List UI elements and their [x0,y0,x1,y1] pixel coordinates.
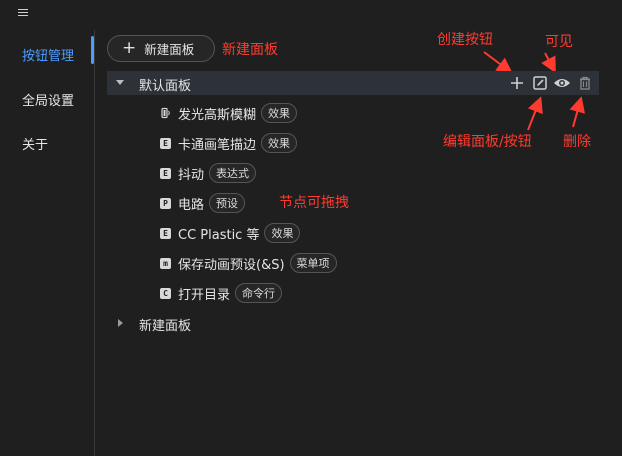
item-tag: 效果 [261,133,298,153]
trash-icon[interactable] [577,75,593,91]
list-item[interactable]: P 电路 预设 [160,192,246,214]
list-item[interactable]: m 保存动画预设(&S) 菜单项 [160,252,337,274]
add-button-icon[interactable] [509,75,525,91]
panel-title: 默认面板 [139,79,192,94]
list-item[interactable]: E 抖动 表达式 [160,162,257,184]
item-name: 电路 [178,197,205,213]
battery-icon [161,107,170,119]
item-name: 卡通画笔描边 [178,137,257,153]
item-tag: 效果 [261,103,298,123]
list-item[interactable]: E 卡通画笔描边 效果 [160,132,298,154]
chevron-right-icon[interactable] [118,319,123,327]
panel-header-new[interactable]: 新建面板 [107,314,599,334]
effect-icon: E [160,137,171,149]
effect-icon: E [160,227,171,239]
panel-header-default[interactable]: 默认面板 [107,71,599,95]
item-name: 打开目录 [178,287,231,303]
list-item[interactable]: E CC Plastic 等 效果 [160,222,301,244]
item-name: 保存动画预设(&S) [178,257,285,273]
list-item[interactable]: C 打开目录 命令行 [160,282,283,304]
edit-icon[interactable] [532,75,548,91]
item-name: 发光高斯模糊 [178,107,257,123]
panel-title: 新建面板 [139,319,192,334]
command-icon: C [160,287,171,299]
eye-icon[interactable] [553,75,571,91]
item-tag: 效果 [264,223,301,243]
item-tag: 菜单项 [289,253,337,273]
item-tag: 预设 [209,193,246,213]
item-tag: 表达式 [209,163,257,183]
preset-icon: P [160,197,171,209]
item-tag: 命令行 [235,283,283,303]
list-item[interactable]: 发光高斯模糊 效果 [160,102,298,124]
menu-item-icon: m [160,257,171,269]
chevron-down-icon[interactable] [116,80,124,85]
annotation-arrows [483,51,586,131]
item-name: 抖动 [178,167,205,183]
expression-icon: E [160,167,171,179]
item-name: CC Plastic 等 [178,227,260,243]
